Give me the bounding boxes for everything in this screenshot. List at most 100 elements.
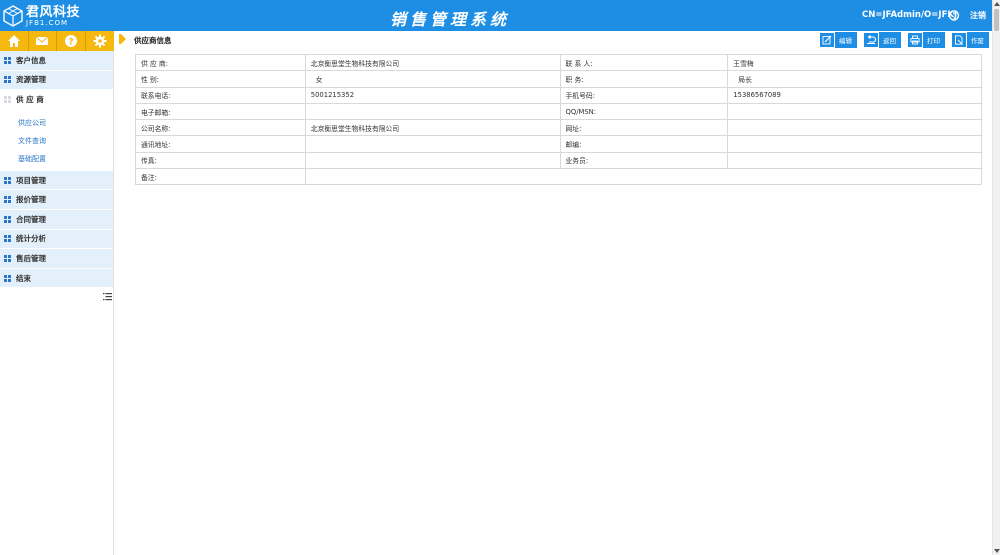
gender-value: 女: [304, 70, 561, 88]
back-icon: [863, 32, 879, 48]
top-header: 君风科技 JFB1.COM 销售管理系统 CN=JFAdmin/O=JFKJ 注…: [0, 0, 992, 31]
action-toolbar: 编辑 返回 打印 作废: [813, 32, 989, 48]
table-row: 供 应 商: 北京衡思堂生物科技有限公司 联 系 人: 王雪梅: [135, 53, 982, 72]
salesman-value: [727, 151, 982, 170]
void-button-label: 作废: [971, 37, 984, 45]
sidebar-item-after-sales[interactable]: 售后管理: [0, 249, 113, 269]
zip-value: [727, 135, 982, 153]
table-row: 联系电话: 5001215352 手机号码: 15386567089: [135, 86, 982, 104]
power-icon[interactable]: [948, 9, 960, 21]
table-row: 性 别: 女 职 务: 局长: [135, 70, 982, 88]
scroll-thumb[interactable]: [994, 9, 999, 31]
grid-icon: [4, 196, 11, 204]
qq-label: QQ/MSN:: [559, 102, 729, 121]
sidebar-item-contract-management[interactable]: 合同管理: [0, 209, 113, 230]
app-title: 销售管理系统: [390, 10, 511, 29]
logo-domain: JFB1.COM: [26, 18, 69, 27]
printer-icon: [907, 32, 923, 48]
void-button[interactable]: 作废: [951, 32, 989, 48]
current-user: CN=JFAdmin/O=JFKJ: [862, 10, 958, 20]
supplier-value: 北京衡思堂生物科技有限公司: [304, 53, 561, 72]
void-document-icon: [951, 32, 967, 48]
sidebar-item-customer-info[interactable]: 客户信息: [0, 51, 113, 71]
remark-value: [304, 168, 983, 186]
svg-text:?: ?: [68, 38, 73, 48]
help-button[interactable]: ?: [57, 31, 86, 51]
table-row: 传真: 业务员:: [135, 151, 982, 170]
sidebar-item-supplier[interactable]: 供 应 商: [0, 90, 113, 110]
grid-icon: [4, 95, 11, 103]
gender-label: 性 别:: [135, 70, 306, 88]
sidebar-item-label: 结束: [16, 273, 31, 283]
sidebar-item-label: 统计分析: [16, 234, 46, 244]
email-value: [304, 102, 561, 121]
page-scrollbar[interactable]: [992, 0, 1000, 555]
zip-label: 邮编:: [559, 135, 729, 153]
mobile-label: 手机号码:: [559, 86, 729, 104]
title-marker-arrow-icon: [121, 34, 126, 44]
address-label: 通讯地址:: [135, 135, 306, 153]
salesman-label: 业务员:: [559, 151, 729, 170]
scroll-up-arrow-icon[interactable]: [994, 2, 1000, 6]
logo-name: 君风科技: [26, 4, 81, 20]
remark-label: 备注:: [135, 168, 306, 186]
sidebar-item-project-management[interactable]: 项目管理: [0, 170, 113, 191]
sidebar-item-label: 售后管理: [16, 253, 46, 263]
main-content: 供应商信息 编辑 返回 打印 作废 供 应 商: 北京衡思堂生物科技有限公司 联…: [114, 31, 992, 555]
mail-button[interactable]: [29, 31, 57, 51]
supplier-label: 供 应 商:: [135, 53, 306, 72]
grid-icon: [4, 76, 11, 84]
sidebar-nav: 客户信息 资源管理 供 应 商 供应公司 文件查询 基础配置 项目管理 报价管理…: [0, 51, 114, 555]
gear-icon: [93, 34, 107, 48]
qq-value: [727, 102, 982, 121]
collapse-menu-icon[interactable]: [103, 292, 112, 301]
grid-icon: [4, 176, 11, 184]
position-label: 职 务:: [559, 70, 729, 88]
table-row: 通讯地址: 邮编:: [135, 135, 982, 153]
edit-button-label: 编辑: [839, 37, 852, 45]
grid-icon: [4, 235, 11, 243]
print-button[interactable]: 打印: [907, 32, 945, 48]
company-value: 北京衡思堂生物科技有限公司: [304, 119, 561, 137]
home-button[interactable]: [0, 31, 29, 51]
grid-icon: [4, 274, 11, 282]
address-value: [304, 135, 561, 153]
sidebar-item-quote-management[interactable]: 报价管理: [0, 190, 113, 210]
logout-button[interactable]: 注销: [970, 10, 986, 21]
phone-label: 联系电话:: [135, 86, 306, 104]
company-label: 公司名称:: [135, 119, 306, 137]
website-value: [727, 119, 982, 137]
sidebar-item-label: 报价管理: [16, 195, 46, 205]
settings-button[interactable]: [86, 31, 115, 51]
quick-toolbar: ?: [0, 31, 114, 51]
edit-icon: [819, 32, 835, 48]
back-button[interactable]: 返回: [863, 32, 901, 48]
fax-value: [304, 151, 561, 170]
table-row: 电子邮箱: QQ/MSN:: [135, 102, 982, 121]
cube-logo-icon: [3, 5, 23, 27]
print-button-label: 打印: [927, 37, 940, 45]
sidebar-item-label: 客户信息: [16, 55, 46, 65]
website-label: 网址:: [559, 119, 729, 137]
grid-icon: [4, 254, 11, 262]
edit-button[interactable]: 编辑: [819, 32, 857, 48]
help-icon: ?: [64, 35, 77, 48]
submenu-item-file-query[interactable]: 文件查询: [0, 132, 113, 150]
mail-icon: [35, 36, 49, 45]
submenu-item-basic-config[interactable]: 基础配置: [0, 150, 113, 168]
sidebar-item-end[interactable]: 结束: [0, 268, 113, 289]
fax-label: 传真:: [135, 151, 306, 170]
mobile-value: 15386567089: [727, 86, 982, 104]
phone-value: 5001215352: [304, 86, 561, 104]
logo-text: 君风科技 JFB1.COM: [26, 6, 80, 27]
supplier-submenu: 供应公司 文件查询 基础配置: [0, 110, 113, 171]
sidebar-item-resource-management[interactable]: 资源管理: [0, 70, 113, 91]
email-label: 电子邮箱:: [135, 102, 306, 121]
table-row: 公司名称: 北京衡思堂生物科技有限公司 网址:: [135, 119, 982, 137]
scroll-down-arrow-icon[interactable]: [994, 549, 1000, 553]
submenu-item-supplier-company[interactable]: 供应公司: [0, 114, 113, 132]
sidebar-item-statistics[interactable]: 统计分析: [0, 229, 113, 250]
supplier-info-table: 供 应 商: 北京衡思堂生物科技有限公司 联 系 人: 王雪梅 性 别: 女 职…: [135, 53, 983, 186]
page-title: 供应商信息: [134, 36, 172, 45]
contact-label: 联 系 人:: [559, 53, 729, 72]
